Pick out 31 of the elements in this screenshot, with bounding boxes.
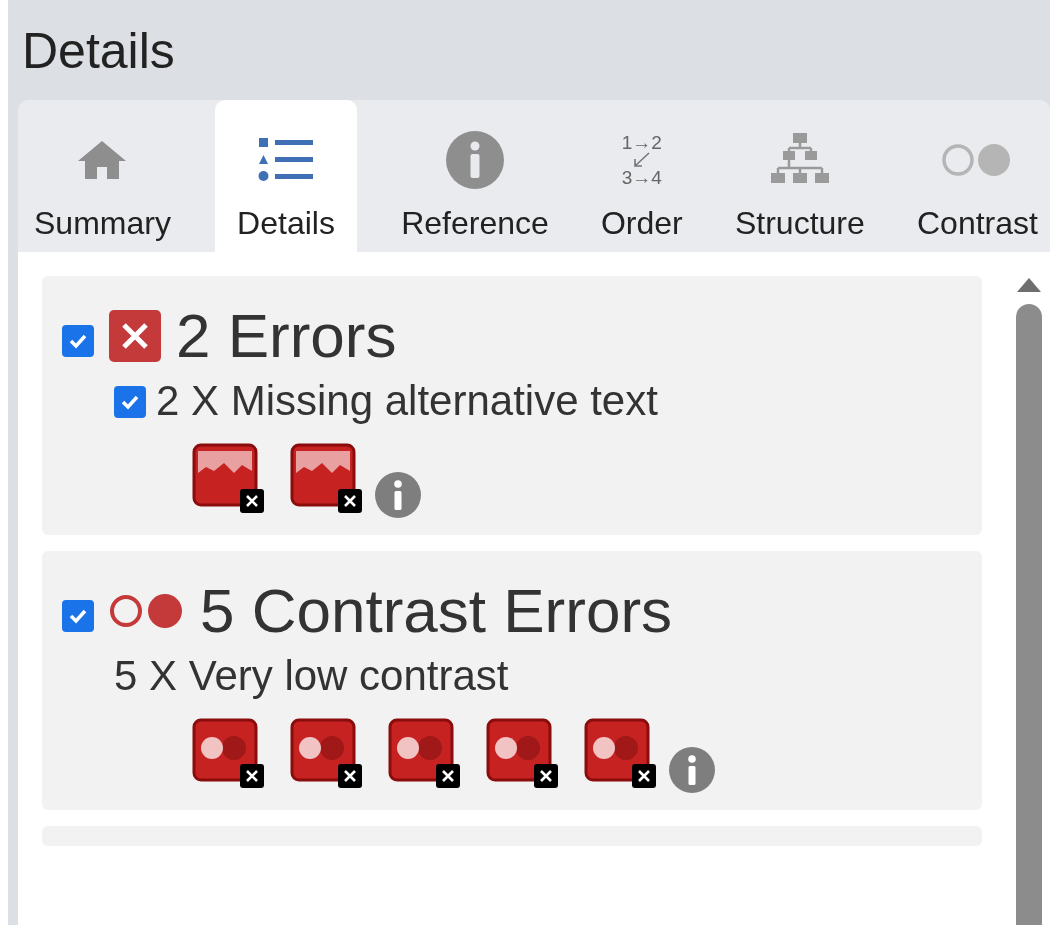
order-line: 3→4 — [621, 168, 662, 187]
tab[interactable]: Reference — [393, 100, 557, 252]
tab[interactable]: Details — [215, 100, 357, 252]
contrast-error-icon[interactable] — [584, 718, 658, 790]
contrast-error-icon[interactable] — [290, 718, 364, 790]
checkbox[interactable] — [114, 386, 146, 418]
panel-title: Details — [21, 22, 176, 81]
info-icon[interactable] — [668, 746, 716, 794]
info-icon[interactable] — [374, 471, 422, 519]
category-title: 5 Contrast Errors — [200, 575, 673, 646]
list-icon — [257, 136, 315, 184]
missing-alt-image-icon[interactable] — [192, 443, 266, 515]
tab[interactable]: Contrast — [909, 100, 1046, 252]
checkbox[interactable] — [62, 324, 94, 357]
contrast-error-icon[interactable] — [486, 718, 560, 790]
order-line: 1→2 — [621, 133, 662, 152]
scroll-thumb[interactable] — [1016, 304, 1042, 925]
issue-label: 5 X Very low contrast — [114, 652, 509, 700]
contrast-error-icon[interactable] — [192, 718, 266, 790]
checkbox[interactable] — [62, 599, 94, 632]
info-icon — [444, 130, 505, 190]
issue-label: 2 X Missing alternative text — [156, 377, 658, 425]
scroll-up-icon[interactable] — [1015, 276, 1043, 294]
error-icon — [108, 308, 162, 363]
tab[interactable]: Summary — [26, 100, 179, 252]
arrow-icon — [631, 152, 652, 168]
tab[interactable]: Structure — [726, 100, 873, 252]
missing-alt-image-icon[interactable] — [290, 443, 364, 515]
tab[interactable]: 1→2 3→4 Order — [592, 100, 691, 252]
contrast-error-icon[interactable] — [388, 718, 462, 790]
category-title: 2 Errors — [176, 300, 397, 371]
